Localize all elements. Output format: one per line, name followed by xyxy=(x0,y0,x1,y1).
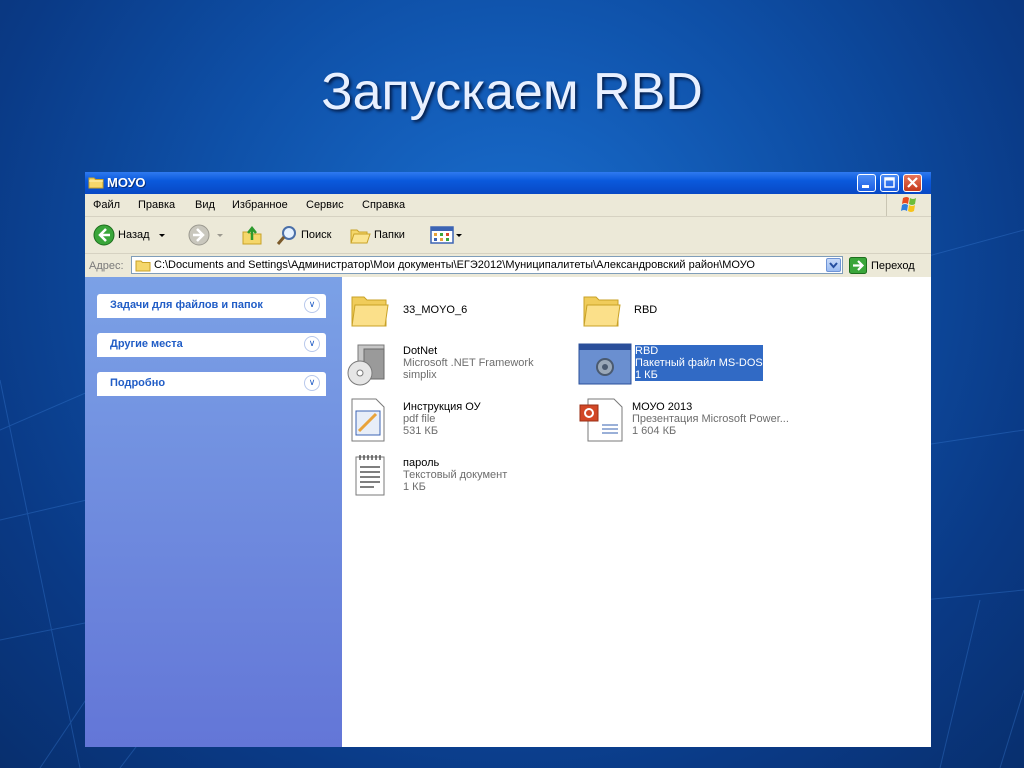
file-name: RBD xyxy=(634,304,658,316)
address-label: Адрес: xyxy=(89,260,124,272)
back-label: Назад xyxy=(118,229,150,241)
chevron-down-icon xyxy=(829,262,838,269)
explorer-window: МОУО Файл Правка Вид Избранное Сервис Сп… xyxy=(85,172,931,747)
task-pane: Задачи для файлов и папок ∨ Другие места… xyxy=(85,277,342,747)
go-arrow-icon xyxy=(849,257,867,274)
file-name: 33_MOYO_6 xyxy=(403,304,468,316)
file-type: Текстовый документ xyxy=(403,469,508,481)
folder-icon xyxy=(351,296,389,327)
back-arrow-icon xyxy=(93,224,115,246)
windows-flag-icon xyxy=(901,197,916,212)
forward-arrow-icon xyxy=(188,224,210,246)
file-name: Инструкция ОУ xyxy=(403,401,481,413)
maximize-icon xyxy=(884,177,895,188)
chevron-down-icon xyxy=(217,234,223,237)
file-size: 1 604 КБ xyxy=(632,425,677,437)
go-label: Переход xyxy=(871,259,915,272)
close-icon xyxy=(907,177,918,188)
file-name: DotNet xyxy=(403,345,438,357)
views-button[interactable] xyxy=(430,225,464,245)
search-icon xyxy=(276,226,296,245)
folders-icon xyxy=(350,229,371,244)
up-folder-icon xyxy=(242,225,262,245)
menu-file[interactable]: Файл xyxy=(93,199,120,211)
views-icon xyxy=(430,226,454,244)
file-item[interactable]: пароль Текстовый документ 1 КБ xyxy=(403,457,507,493)
maximize-button[interactable] xyxy=(880,174,899,192)
address-dropdown-button[interactable] xyxy=(826,258,841,272)
folder-icon xyxy=(135,260,151,272)
go-button[interactable]: Переход xyxy=(849,257,915,274)
powerpoint-icon xyxy=(579,398,623,442)
address-bar: Адрес: C:\Documents and Settings\Админис… xyxy=(85,254,931,279)
menu-bar: Файл Правка Вид Избранное Сервис Справка xyxy=(85,194,931,217)
folder-icon xyxy=(88,177,104,189)
up-folder-button[interactable] xyxy=(241,225,263,245)
menu-help[interactable]: Справка xyxy=(362,199,405,211)
file-type: Презентация Microsoft Power... xyxy=(632,413,789,425)
details-panel-title: Подробно xyxy=(110,377,166,389)
search-button[interactable]: Поиск xyxy=(276,225,331,245)
file-item[interactable]: Инструкция ОУ pdf file 531 КБ xyxy=(403,401,481,437)
expand-chevron-icon[interactable]: ∨ xyxy=(304,297,320,313)
minimize-button[interactable] xyxy=(857,174,876,192)
file-type: pdf file xyxy=(403,413,436,425)
chevron-down-icon xyxy=(158,234,165,237)
file-item[interactable]: RBD xyxy=(634,304,657,316)
tasks-panel-header[interactable]: Задачи для файлов и папок ∨ xyxy=(97,294,326,318)
file-size: 1 КБ xyxy=(403,481,426,493)
tasks-panel-title: Задачи для файлов и папок xyxy=(110,299,263,311)
file-item[interactable]: МОУО 2013 Презентация Microsoft Power...… xyxy=(632,401,789,437)
other-places-panel-header[interactable]: Другие места ∨ xyxy=(97,333,326,357)
file-item[interactable]: 33_MOYO_6 xyxy=(403,304,467,316)
file-detail: simplix xyxy=(403,369,437,381)
folder-icon xyxy=(583,296,621,327)
slide-title: Запускаем RBD xyxy=(321,63,703,121)
text-document-icon xyxy=(355,455,385,496)
expand-chevron-icon[interactable]: ∨ xyxy=(304,375,320,391)
menu-edit[interactable]: Правка xyxy=(138,199,175,211)
file-list: 33_MOYO_6 RBD DotNet Microsoft .NET Fram… xyxy=(342,277,931,747)
minimize-icon xyxy=(862,185,869,188)
file-item[interactable]: DotNet Microsoft .NET Framework simplix xyxy=(403,345,534,381)
close-button[interactable] xyxy=(903,174,922,192)
search-label: Поиск xyxy=(301,229,332,241)
pdf-icon xyxy=(351,398,385,442)
forward-button[interactable] xyxy=(188,224,226,246)
file-name: пароль xyxy=(403,457,440,469)
file-name: RBD xyxy=(635,345,659,357)
folders-button[interactable]: Папки xyxy=(349,225,405,245)
toolbar: Назад Поиск Папки xyxy=(85,217,931,254)
installer-icon xyxy=(347,344,385,386)
file-type: Microsoft .NET Framework xyxy=(403,357,534,369)
batch-file-icon xyxy=(578,343,632,385)
file-type: Пакетный файл MS-DOS xyxy=(635,357,763,369)
window-titlebar[interactable]: МОУО xyxy=(85,172,931,194)
address-path: C:\Documents and Settings\Администратор\… xyxy=(154,259,755,271)
back-button[interactable]: Назад xyxy=(93,224,168,246)
chevron-down-icon xyxy=(456,234,462,237)
file-size: 1 КБ xyxy=(635,369,658,381)
menu-view[interactable]: Вид xyxy=(195,199,215,211)
menu-favorites[interactable]: Избранное xyxy=(232,199,288,211)
file-size: 531 КБ xyxy=(403,425,439,437)
folders-label: Папки xyxy=(374,229,405,241)
window-title: МОУО xyxy=(107,175,146,190)
expand-chevron-icon[interactable]: ∨ xyxy=(304,336,320,352)
other-places-panel-title: Другие места xyxy=(110,338,183,350)
file-name: МОУО 2013 xyxy=(632,401,693,413)
details-panel-header[interactable]: Подробно ∨ xyxy=(97,372,326,396)
address-field[interactable]: C:\Documents and Settings\Администратор\… xyxy=(131,256,843,274)
menu-tools[interactable]: Сервис xyxy=(306,199,344,211)
windows-logo xyxy=(886,194,931,216)
file-item-selected[interactable]: RBD Пакетный файл MS-DOS 1 КБ xyxy=(635,345,763,381)
